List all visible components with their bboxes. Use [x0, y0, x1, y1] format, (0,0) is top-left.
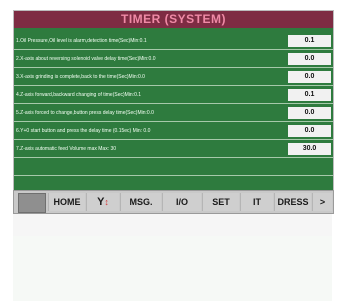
setting-label: 5.Z-axis forced to change,button press d… — [16, 110, 154, 116]
setting-label: 3.X-axis grinding is complete,back to th… — [16, 74, 145, 80]
setting-row-1: 1.Oil Pressure,Oil level is alarm,detect… — [14, 33, 333, 50]
empty-row — [14, 159, 333, 176]
setting-row-7: 7.Z-axis automatic feed Volume max Max: … — [14, 141, 333, 158]
setting-value-input[interactable]: 0.1 — [288, 35, 331, 47]
setting-row-2: 2.X-axis about reversing solenoid valve … — [14, 51, 333, 68]
bottom-nav-bar: HOME Y↕ MSG. I/O SET IT DRESS > — [13, 190, 334, 214]
home-button[interactable]: HOME — [48, 193, 85, 211]
setting-row-3: 3.X-axis grinding is complete,back to th… — [14, 69, 333, 86]
next-page-button[interactable]: > — [312, 193, 332, 211]
setting-label: 1.Oil Pressure,Oil level is alarm,detect… — [16, 38, 147, 44]
reflection-nav — [13, 214, 332, 236]
setting-row-4: 4.Z-axis forward,backward changing of ti… — [14, 87, 333, 104]
setting-label: 4.Z-axis forward,backward changing of ti… — [16, 92, 142, 98]
setting-row-6: 6.Y+0 start button and press the delay t… — [14, 123, 333, 140]
setting-label: 2.X-axis about reversing solenoid valve … — [16, 56, 156, 62]
setting-value-input[interactable]: 30.0 — [288, 143, 331, 155]
setting-value-input[interactable]: 0.0 — [288, 125, 331, 137]
set-button[interactable]: SET — [202, 193, 239, 211]
y-axis-button[interactable]: Y↕ — [86, 193, 119, 211]
it-button[interactable]: IT — [240, 193, 273, 211]
setting-value-input[interactable]: 0.1 — [288, 89, 331, 101]
timer-system-panel: TIMER (SYSTEM) 1.Oil Pressure,Oil level … — [13, 10, 334, 198]
blank-key[interactable] — [18, 193, 46, 213]
screen-reflection — [13, 214, 332, 301]
setting-value-input[interactable]: 0.0 — [288, 53, 331, 65]
reflection-rows — [13, 236, 332, 301]
setting-row-5: 5.Z-axis forced to change,button press d… — [14, 105, 333, 122]
setting-value-input[interactable]: 0.0 — [288, 107, 331, 119]
y-axis-icon: Y↕ — [97, 196, 109, 208]
setting-label: 6.Y+0 start button and press the delay t… — [16, 128, 151, 134]
setting-label: 7.Z-axis automatic feed Volume max Max: … — [16, 146, 117, 152]
msg-button[interactable]: MSG. — [120, 193, 161, 211]
page-title: TIMER (SYSTEM) — [14, 11, 333, 28]
dress-button[interactable]: DRESS — [274, 193, 311, 211]
io-button[interactable]: I/O — [162, 193, 201, 211]
setting-value-input[interactable]: 0.0 — [288, 71, 331, 83]
